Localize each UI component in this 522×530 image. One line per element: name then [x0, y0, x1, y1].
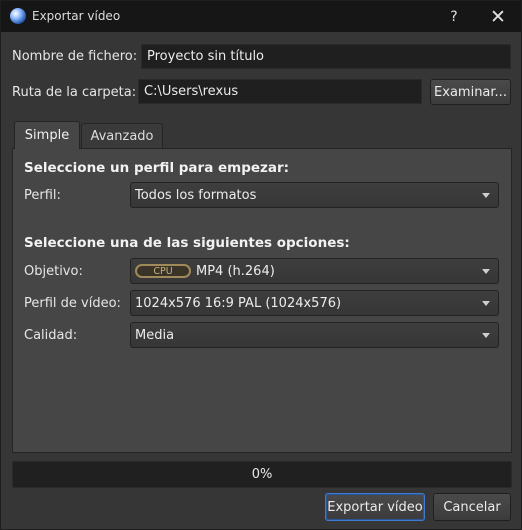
window-title: Exportar vídeo [32, 9, 121, 23]
profile-select-value: Todos los formatos [135, 187, 257, 203]
title-bar[interactable]: Exportar vídeo ? ✕ [1, 1, 521, 32]
folder-path-label: Ruta de la carpeta: [12, 85, 137, 100]
target-label: Objetivo: [24, 264, 83, 279]
quality-label: Calidad: [24, 328, 78, 343]
export-video-button[interactable]: Exportar vídeo [325, 493, 425, 521]
chevron-down-icon [482, 269, 490, 274]
target-select[interactable]: CPU MP4 (h.264) [130, 258, 499, 284]
chevron-down-icon [482, 301, 490, 306]
progress-text: 0% [251, 467, 273, 482]
chevron-down-icon [482, 193, 490, 198]
target-select-value: MP4 (h.264) [196, 263, 275, 279]
options-section-title: Seleccione una de las siguientes opcione… [24, 235, 350, 251]
video-profile-select-value: 1024x576 16:9 PAL (1024x576) [135, 295, 342, 311]
profile-section-title: Seleccione un perfil para empezar: [24, 160, 290, 176]
profile-label: Perfil: [24, 188, 61, 203]
cancel-button[interactable]: Cancelar [433, 493, 511, 521]
cpu-badge: CPU [135, 264, 191, 278]
chevron-down-icon [482, 333, 490, 338]
tab-advanced[interactable]: Avanzado [81, 123, 163, 148]
app-logo-icon [10, 8, 26, 24]
video-profile-select[interactable]: 1024x576 16:9 PAL (1024x576) [130, 290, 499, 316]
help-button[interactable]: ? [431, 1, 477, 32]
tab-simple[interactable]: Simple [14, 121, 80, 149]
file-name-input[interactable]: Proyecto sin título [141, 44, 511, 69]
browse-button[interactable]: Examinar... [430, 79, 511, 105]
video-profile-label: Perfil de vídeo: [24, 296, 121, 311]
export-video-dialog: Exportar vídeo ? ✕ Nombre de fichero: Pr… [0, 0, 522, 530]
quality-select[interactable]: Media [130, 322, 499, 348]
file-name-label: Nombre de fichero: [12, 49, 138, 64]
quality-select-value: Media [135, 327, 175, 343]
export-progress-bar: 0% [12, 461, 512, 488]
close-button[interactable]: ✕ [475, 1, 521, 32]
folder-path-input[interactable]: C:\Users\rexus [138, 79, 422, 104]
profile-select[interactable]: Todos los formatos [130, 182, 499, 208]
